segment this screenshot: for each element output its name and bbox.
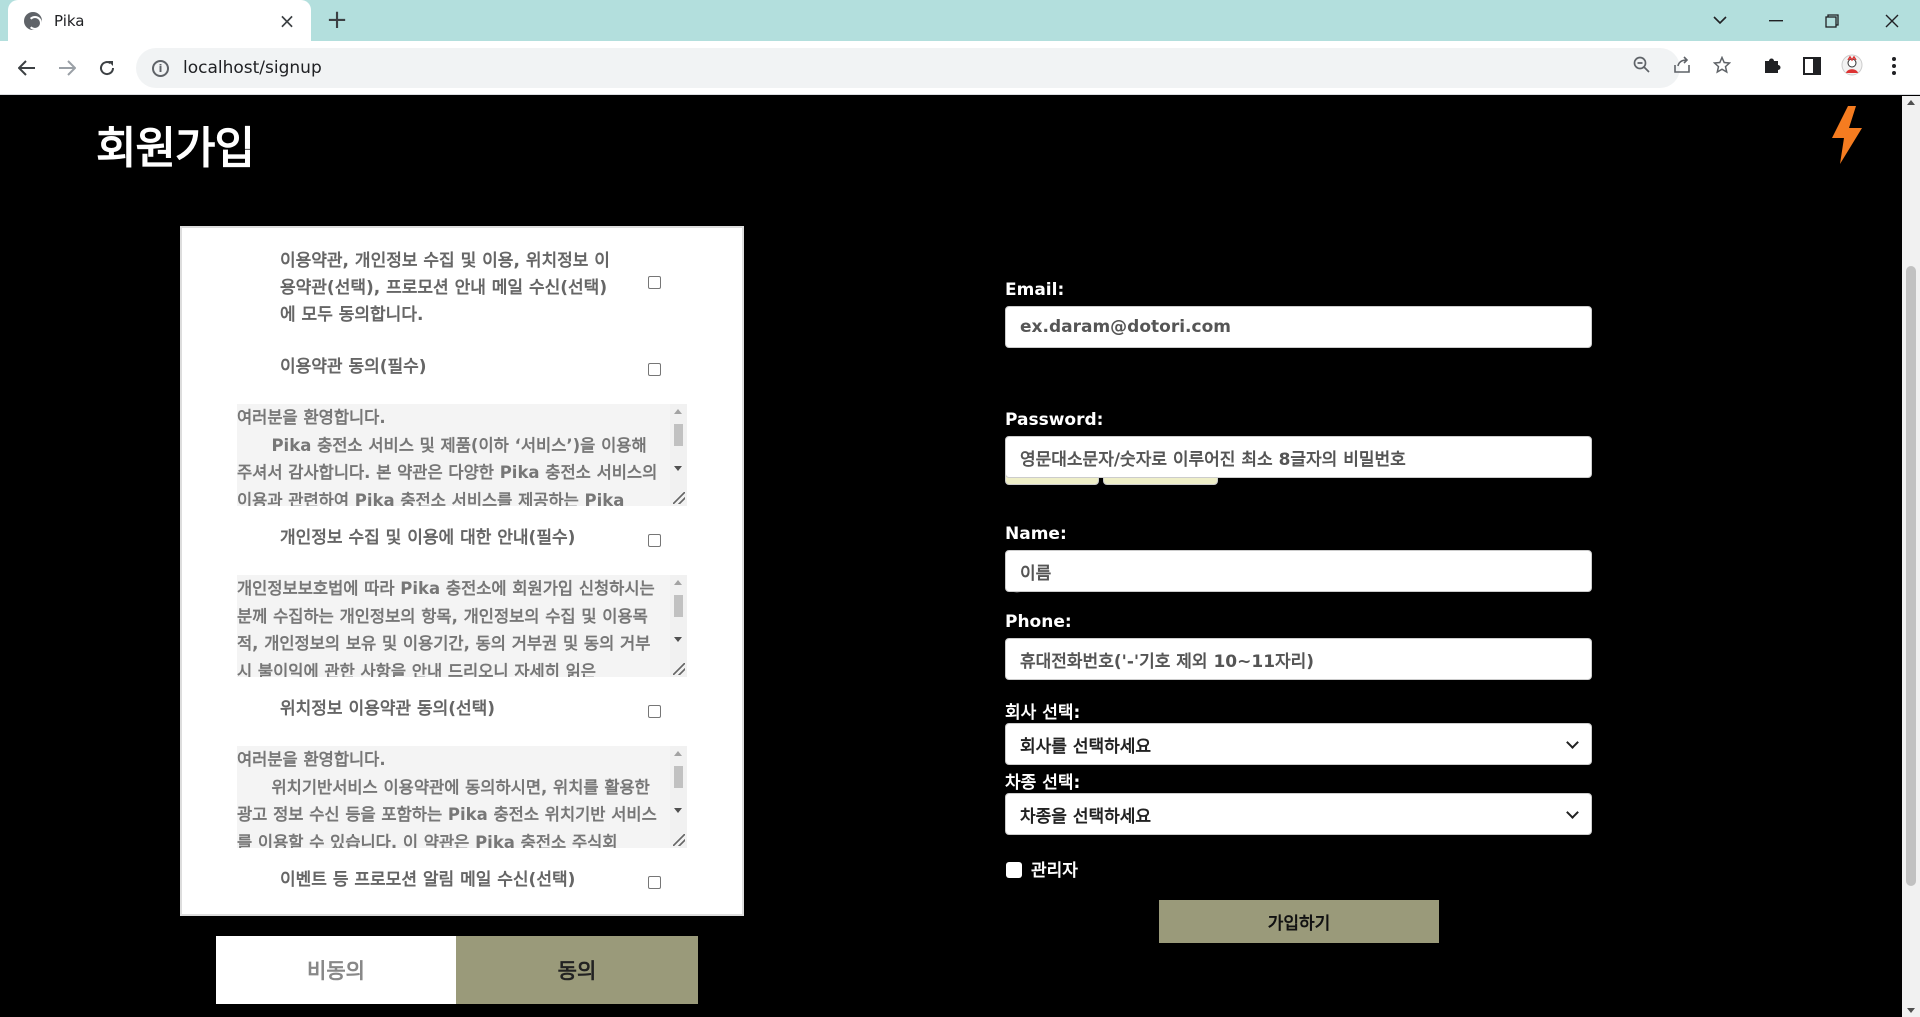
- email-label: Email:: [1005, 280, 1065, 300]
- admin-checkbox[interactable]: [1006, 862, 1022, 878]
- bolt-logo-icon[interactable]: [1826, 106, 1866, 164]
- promo-checkbox[interactable]: [648, 876, 661, 889]
- disagree-button[interactable]: 비동의: [216, 936, 456, 1004]
- tab-title: Pika: [54, 11, 85, 30]
- agree-button[interactable]: 동의: [456, 936, 698, 1004]
- tos-scrollbar[interactable]: [670, 404, 687, 506]
- url-text[interactable]: localhost/signup: [183, 58, 322, 78]
- phone-field[interactable]: 휴대전화번호('-'기호 제외 10~11자리): [1005, 638, 1592, 680]
- scroll-thumb[interactable]: [1906, 266, 1916, 886]
- reload-icon[interactable]: [90, 51, 124, 85]
- page-title: 회원가입: [96, 123, 255, 174]
- all-agree-checkbox[interactable]: [648, 276, 661, 289]
- password-field[interactable]: 영문대소문자/숫자로 이루어진 최소 8글자의 비밀번호: [1005, 436, 1592, 478]
- location-checkbox[interactable]: [648, 705, 661, 718]
- privacy-scrollbar[interactable]: [670, 575, 687, 677]
- extensions-icon[interactable]: [1758, 54, 1786, 82]
- scroll-up-icon[interactable]: [1907, 100, 1915, 105]
- chevron-down-icon: [1566, 805, 1579, 819]
- star-icon[interactable]: [1710, 55, 1734, 80]
- company-label: 회사 선택:: [1005, 703, 1081, 723]
- company-select-value: 회사를 선택하세요: [1020, 736, 1152, 757]
- resize-grip-icon[interactable]: [673, 492, 685, 504]
- email-field[interactable]: ex.daram@dotori.com: [1005, 306, 1592, 348]
- chevron-down-icon: [1566, 735, 1579, 749]
- zoom-icon[interactable]: [1630, 56, 1654, 80]
- tos-row: 이용약관 동의(필수): [280, 354, 680, 381]
- signup-submit-button[interactable]: 가입하기: [1159, 900, 1439, 943]
- location-textarea[interactable]: 여러분을 환영합니다. 위치기반서비스 이용약관에 동의하시면, 위치를 활용한…: [237, 746, 687, 848]
- name-field[interactable]: 이름: [1005, 550, 1592, 592]
- menu-icon[interactable]: [1880, 54, 1908, 82]
- location-scrollbar[interactable]: [670, 746, 687, 848]
- name-label: Name:: [1005, 524, 1067, 544]
- privacy-checkbox[interactable]: [648, 534, 661, 547]
- resize-grip-icon[interactable]: [673, 663, 685, 675]
- profile-icon[interactable]: [1838, 54, 1866, 82]
- all-agree-label: 이용약관, 개인정보 수집 및 이용, 위치정보 이용약관(선택), 프로모션 …: [280, 251, 610, 325]
- window-close-icon[interactable]: [1864, 0, 1920, 41]
- tos-label: 이용약관 동의(필수): [280, 357, 427, 377]
- admin-label: 관리자: [1031, 861, 1078, 881]
- page-scrollbar[interactable]: [1902, 96, 1920, 1017]
- forward-icon[interactable]: [50, 51, 84, 85]
- share-icon[interactable]: [1670, 56, 1694, 80]
- globe-icon: [24, 11, 42, 30]
- terms-panel: 이용약관, 개인정보 수집 및 이용, 위치정보 이용약관(선택), 프로모션 …: [180, 226, 744, 916]
- privacy-row: 개인정보 수집 및 이용에 대한 안내(필수): [280, 525, 680, 552]
- minimize-icon[interactable]: [1748, 0, 1804, 41]
- back-icon[interactable]: [10, 51, 44, 85]
- info-icon[interactable]: i: [152, 59, 169, 77]
- location-label: 위치정보 이용약관 동의(선택): [280, 699, 496, 719]
- restore-icon[interactable]: [1804, 0, 1860, 41]
- address-bar[interactable]: i localhost/signup: [136, 48, 1732, 88]
- promo-label: 이벤트 등 프로모션 알림 메일 수신(선택): [280, 870, 576, 890]
- car-select-value: 차종을 선택하세요: [1020, 806, 1152, 827]
- promo-row: 이벤트 등 프로모션 알림 메일 수신(선택): [280, 867, 680, 894]
- tab-search-icon[interactable]: [1692, 0, 1748, 41]
- resize-grip-icon[interactable]: [673, 834, 685, 846]
- location-row: 위치정보 이용약관 동의(선택): [280, 696, 680, 723]
- phone-label: Phone:: [1005, 612, 1072, 632]
- privacy-textarea[interactable]: 개인정보보호법에 따라 Pika 충전소에 회원가입 신청하시는 분께 수집하는…: [237, 575, 687, 677]
- browser-tab-bar: Pika × +: [0, 0, 1920, 41]
- sidepanel-icon[interactable]: [1798, 54, 1826, 82]
- car-label: 차종 선택:: [1005, 773, 1081, 793]
- browser-toolbar: i localhost/signup: [0, 41, 1920, 95]
- tos-checkbox[interactable]: [648, 363, 661, 376]
- plus-icon[interactable]: +: [322, 5, 352, 35]
- browser-tab[interactable]: Pika ×: [8, 0, 311, 41]
- privacy-text: 개인정보보호법에 따라 Pika 충전소에 회원가입 신청하시는 분께 수집하는…: [237, 579, 661, 677]
- password-label: Password:: [1005, 410, 1104, 430]
- location-text: 여러분을 환영합니다. 위치기반서비스 이용약관에 동의하시면, 위치를 활용한…: [237, 750, 657, 848]
- page-content: 회원가입 이용약관, 개인정보 수집 및 이용, 위치정보 이용약관(선택), …: [0, 96, 1902, 1017]
- car-select[interactable]: 차종을 선택하세요: [1005, 793, 1592, 835]
- company-select[interactable]: 회사를 선택하세요: [1005, 723, 1592, 765]
- scroll-down-icon[interactable]: [1907, 1008, 1915, 1013]
- tos-textarea[interactable]: 여러분을 환영합니다. Pika 충전소 서비스 및 제품(이하 ‘서비스’)을…: [237, 404, 687, 506]
- all-agree-row: 이용약관, 개인정보 수집 및 이용, 위치정보 이용약관(선택), 프로모션 …: [280, 248, 680, 329]
- tos-text: 여러분을 환영합니다. Pika 충전소 서비스 및 제품(이하 ‘서비스’)을…: [237, 408, 658, 506]
- privacy-label: 개인정보 수집 및 이용에 대한 안내(필수): [280, 528, 576, 548]
- close-icon[interactable]: ×: [275, 9, 299, 33]
